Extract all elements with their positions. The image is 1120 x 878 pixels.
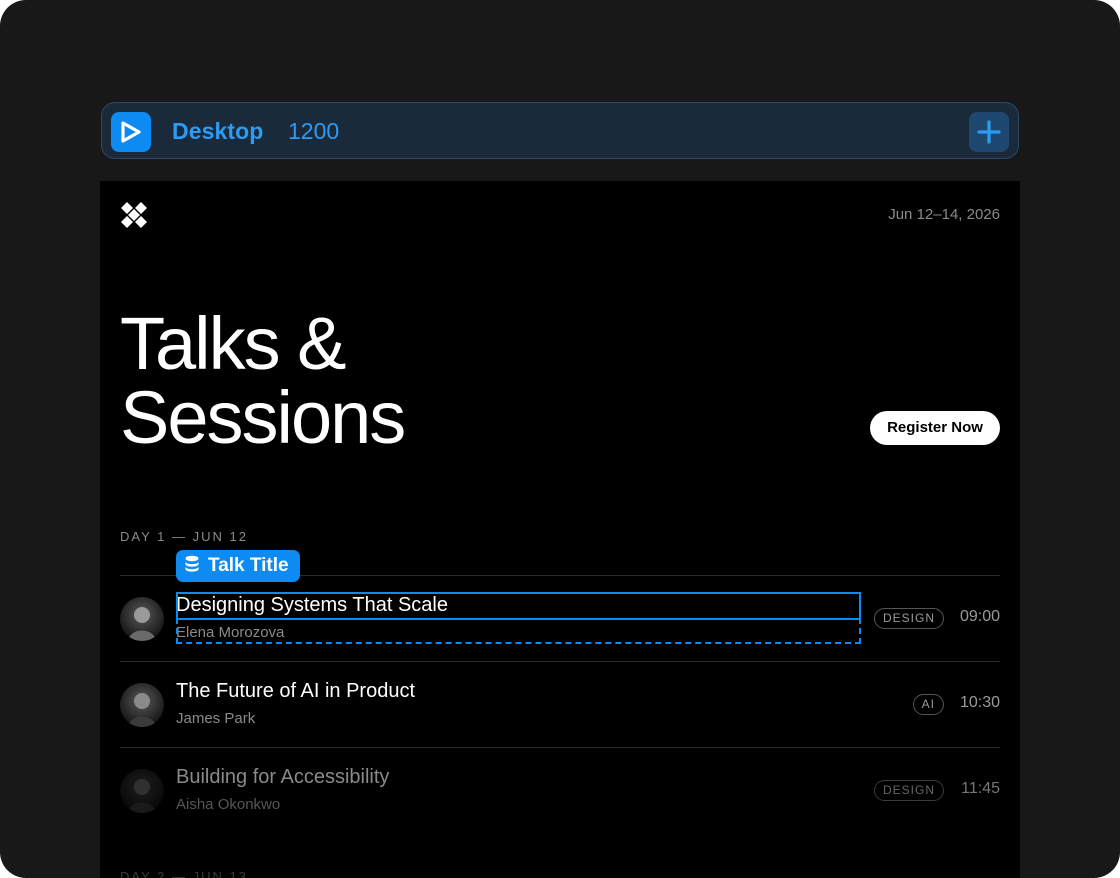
page-title-line-1: Talks &: [120, 302, 347, 385]
page-canvas: Jun 12–14, 2026 Talks & Sessions Registe…: [100, 181, 1020, 878]
site-logo-icon[interactable]: [120, 201, 148, 229]
session-tag: DESIGN: [873, 608, 944, 629]
page-title-line-2: Sessions: [120, 376, 406, 459]
speaker-avatar: [120, 597, 164, 641]
session-time: 09:00: [959, 608, 1000, 625]
speaker-avatar: [120, 769, 164, 813]
breakpoint-name: Desktop: [172, 118, 264, 144]
session-title[interactable]: The Future of AI in Product: [176, 680, 415, 703]
session-row[interactable]: Building for Accessibility Aisha Okonkwo…: [120, 747, 1000, 833]
editor-frame: Desktop 1200 Jun 12–14, 2026 Talks & Ses…: [0, 0, 1120, 878]
page-title: Talks & Sessions: [120, 302, 406, 459]
hover-outline: [176, 618, 861, 644]
plus-icon: [977, 120, 1001, 144]
breakpoint-width: 1200: [288, 118, 340, 144]
speaker-avatar: [120, 683, 164, 727]
session-time: 11:45: [961, 780, 1000, 797]
session-tag: DESIGN: [873, 780, 944, 801]
session-speaker: James Park: [176, 710, 256, 727]
selection-outline: [176, 592, 861, 620]
event-date: Jun 12–14, 2026: [888, 206, 1000, 223]
session-row[interactable]: The Future of AI in Product James Park A…: [120, 661, 1000, 747]
session-speaker: Aisha Okonkwo: [176, 796, 281, 813]
day-1-heading: DAY 1 — JUN 12: [120, 529, 248, 544]
selection-label-text: Talk Title: [208, 555, 289, 576]
selection-label[interactable]: Talk Title: [176, 550, 300, 582]
add-breakpoint-button[interactable]: [969, 112, 1009, 152]
register-now-button[interactable]: Register Now: [870, 411, 1000, 445]
breakpoint-bar[interactable]: Desktop 1200: [101, 102, 1019, 159]
session-tag: AI: [912, 694, 944, 715]
play-logo-icon: [111, 112, 151, 152]
day-2-heading: DAY 2 — JUN 13: [120, 869, 248, 878]
session-time: 10:30: [959, 694, 1000, 711]
database-icon: [185, 555, 199, 572]
session-title[interactable]: Building for Accessibility: [176, 766, 389, 789]
